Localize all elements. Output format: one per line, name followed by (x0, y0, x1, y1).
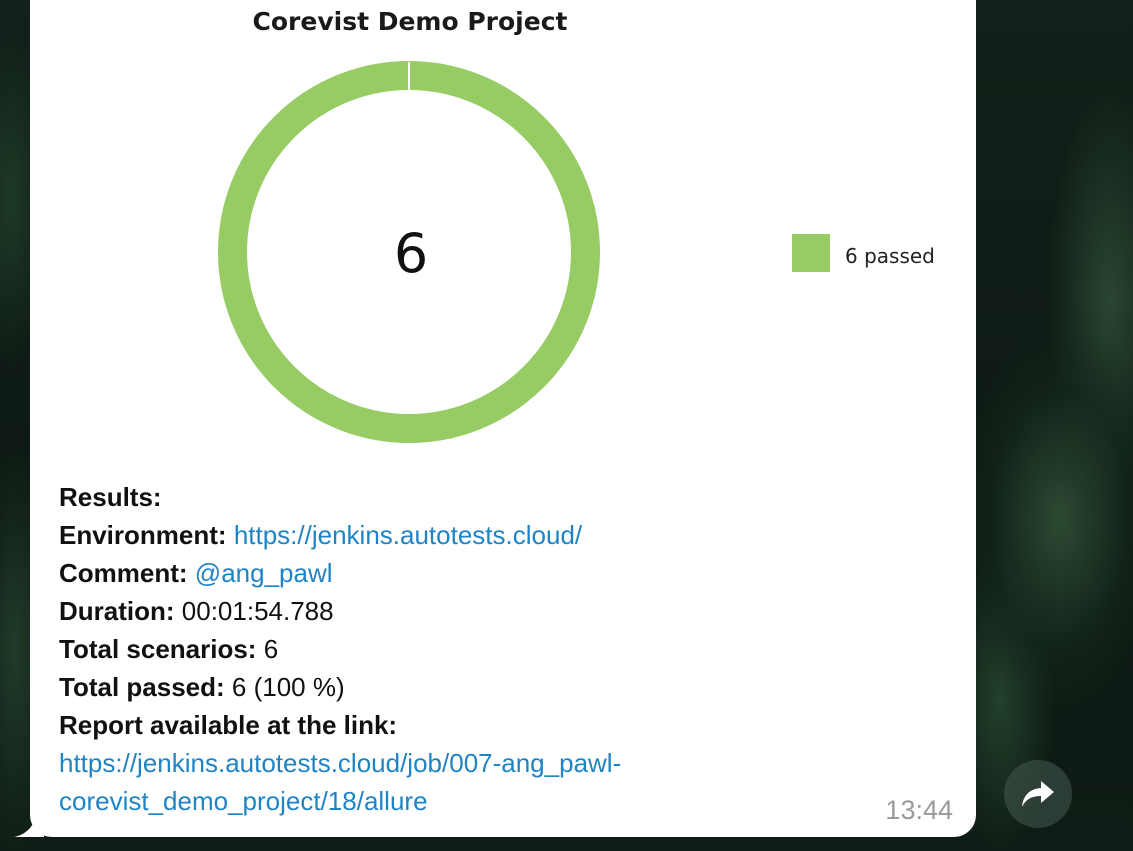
report-link[interactable]: https://jenkins.autotests.cloud/job/007-… (59, 744, 919, 820)
environment-label: Environment: (59, 520, 227, 550)
total-scenarios-value: 6 (263, 634, 279, 664)
share-button[interactable] (1004, 760, 1072, 828)
total-passed-value: 6 (100 %) (231, 672, 345, 702)
duration-line: Duration: 00:01:54.788 (59, 592, 919, 630)
donut-chart: Corevist Demo Project 6 6 passed (218, 7, 935, 443)
total-passed-label: Total passed: (59, 672, 225, 702)
donut-center-label: 6 (394, 222, 428, 285)
total-scenarios-label: Total scenarios: (59, 634, 257, 664)
legend-swatch-passed (792, 234, 830, 272)
duration-label: Duration: (59, 596, 175, 626)
results-heading: Results: (59, 482, 162, 512)
environment-link[interactable]: https://jenkins.autotests.cloud/ (234, 520, 582, 550)
total-scenarios-line: Total scenarios: 6 (59, 630, 919, 668)
total-passed-line: Total passed: 6 (100 %) (59, 668, 919, 706)
comment-label: Comment: (59, 558, 188, 588)
report-link-part2[interactable]: corevist_demo_project/18/allure (59, 786, 428, 816)
share-arrow-icon (1022, 781, 1054, 807)
message-timestamp: 13:44 (885, 795, 953, 825)
report-label: Report available at the link: (59, 710, 398, 740)
environment-line: Environment: https://jenkins.autotests.c… (59, 516, 919, 554)
report-link-part1[interactable]: https://jenkins.autotests.cloud/job/007-… (59, 748, 621, 778)
duration-value: 00:01:54.788 (181, 596, 334, 626)
comment-line: Comment: @ang_pawl (59, 554, 919, 592)
chart-title: Corevist Demo Project (253, 7, 568, 36)
message-text: Results: Environment: https://jenkins.au… (59, 478, 919, 820)
legend-label-passed: 6 passed (845, 244, 935, 268)
comment-mention[interactable]: @ang_pawl (195, 558, 333, 588)
